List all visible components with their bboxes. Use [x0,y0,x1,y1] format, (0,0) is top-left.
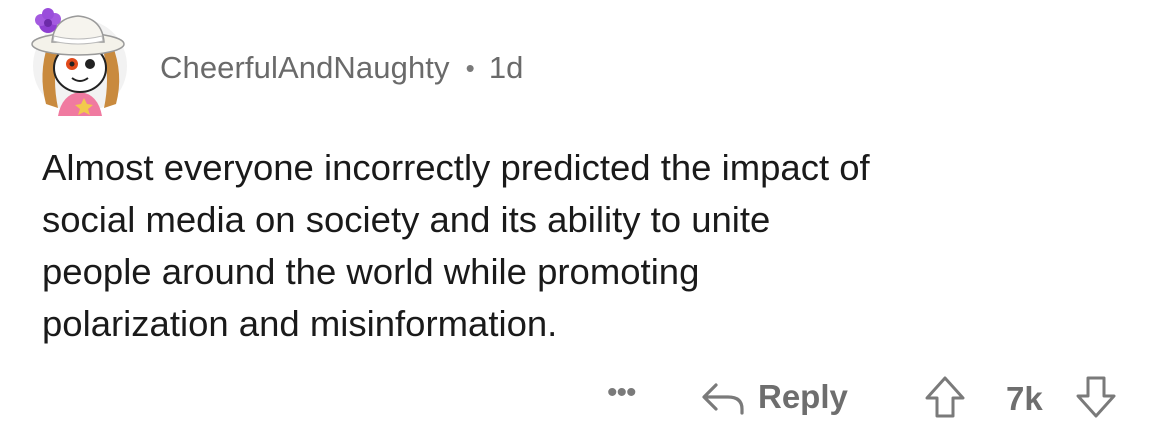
reply-button[interactable]: Reply [698,374,848,420]
comment-body-line: Almost everyone incorrectly predicted th… [42,147,870,188]
comment-age: 1d [488,50,524,85]
comment-body: Almost everyone incorrectly predicted th… [42,142,1142,350]
reply-label: Reply [758,378,848,415]
comment-actions: ••• Reply 7k [0,368,1170,428]
upvote-button[interactable] [923,374,967,420]
downvote-arrow-icon [1076,376,1116,418]
vote-count: 7k [1006,380,1043,417]
comment-meta: CheerfulAndNaughty • 1d [160,46,524,90]
avatar-icon [31,8,127,116]
upvote-arrow-icon [925,376,965,418]
comment-body-line: people around the world while promoting [42,251,700,292]
comment: CheerfulAndNaughty • 1d Almost everyone … [0,0,1170,441]
comment-body-line: social media on society and its ability … [42,199,771,240]
meta-separator: • [465,52,475,83]
more-options-icon[interactable]: ••• [607,378,636,408]
avatar[interactable] [28,4,138,116]
username[interactable]: CheerfulAndNaughty [160,50,450,86]
reply-arrow-icon [702,383,744,415]
comment-body-line: polarization and misinformation. [42,303,558,344]
downvote-button[interactable] [1074,374,1118,420]
